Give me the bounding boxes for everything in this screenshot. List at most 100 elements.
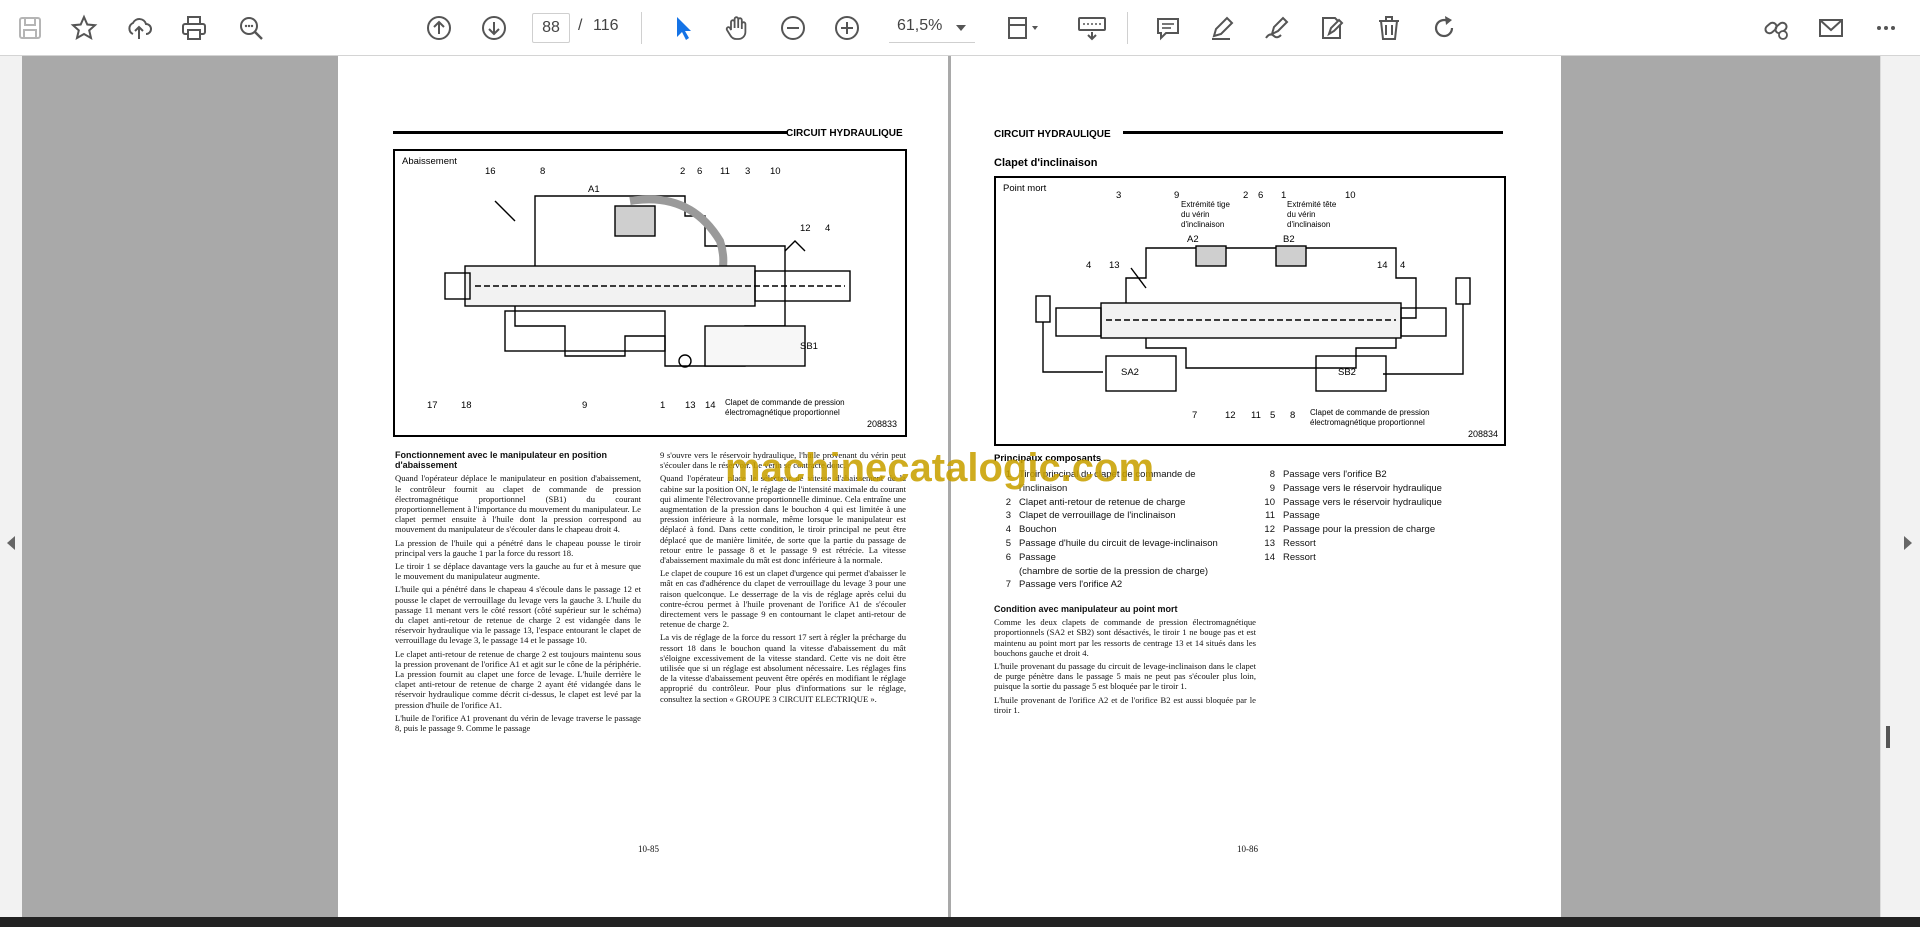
paragraph: L'huile qui a pénétré dans le chapeau 4 … [395, 584, 641, 646]
text-column-1: Fonctionnement avec le manipulateur en p… [395, 450, 641, 736]
page-fit-icon[interactable] [1000, 10, 1048, 46]
figure-number: 208834 [1468, 429, 1499, 439]
callout: 14 [1377, 260, 1388, 271]
callout: 11 [1251, 410, 1261, 421]
callout: 8 [540, 166, 546, 177]
callout: 9 [1174, 190, 1180, 201]
zoom-in-icon[interactable] [829, 10, 865, 46]
running-head-rule [393, 131, 788, 134]
bottom-bar [0, 917, 1920, 927]
page-down-icon[interactable] [476, 10, 512, 46]
paragraph: Le clapet anti-retour de retenue de char… [395, 648, 641, 710]
callout: 10 [770, 166, 781, 177]
paragraph: Quand l'opérateur déplace le manipulateu… [395, 473, 641, 535]
callout: 8 [1290, 410, 1296, 421]
callout: 12 [1225, 410, 1236, 421]
draw-icon[interactable] [1259, 10, 1295, 46]
callout: A1 [588, 184, 600, 195]
email-icon[interactable] [1813, 10, 1849, 46]
callout: 6 [1258, 190, 1264, 201]
callout: 7 [1192, 410, 1198, 421]
watermark: machinecatalogic.com [725, 446, 1155, 490]
comment-icon[interactable] [1150, 10, 1186, 46]
callout: 4 [1086, 260, 1092, 271]
list-item: 9 Passage vers le réservoir hydraulique [1269, 482, 1442, 494]
bookmark-star-icon[interactable] [66, 10, 102, 46]
components-list-right: 8 Passage vers l'orifice B2 9 Passage vers… [1258, 468, 1508, 565]
callout: 3 [745, 166, 751, 177]
list-item: 12 Passage pour la pression de charge [1264, 524, 1436, 536]
zoom-out-icon[interactable] [775, 10, 811, 46]
callout: 2 [1243, 190, 1249, 201]
upload-cloud-icon[interactable] [121, 10, 157, 46]
left-panel-toggle[interactable] [0, 56, 22, 917]
rotate-icon[interactable] [1426, 10, 1462, 46]
callout: 13 [685, 400, 696, 411]
callout: 13 [1109, 260, 1120, 271]
toolbar-divider [1127, 12, 1128, 44]
paragraph: L'huile de l'orifice A1 provenant du vér… [395, 712, 641, 734]
callout: 11 [720, 166, 730, 177]
callout: 2 [680, 166, 686, 177]
paragraph: Le tiroir 1 se déplace davantage vers la… [395, 561, 641, 582]
callout: SA2 [1121, 367, 1139, 378]
callout: 3 [1116, 190, 1122, 201]
valve-diagram [444, 195, 851, 368]
valve-diagram [1035, 245, 1471, 392]
zoom-select[interactable]: 61,5% [889, 13, 975, 43]
section-heading: Fonctionnement avec le manipulateur en p… [395, 450, 608, 471]
callout: 14 [705, 400, 716, 411]
callout: 10 [1345, 190, 1356, 201]
list-item: (chambre de sortie de la pression de cha… [1019, 565, 1209, 577]
figure-label: Extrémité tête du vérin d'inclinaison [1287, 200, 1337, 229]
save-icon[interactable] [12, 10, 48, 46]
hand-tool-icon[interactable] [719, 10, 755, 46]
list-item: 4 Bouchon [1005, 524, 1057, 536]
section-heading: Condition avec manipulateur au point mor… [994, 604, 1178, 614]
pen-icon[interactable] [1204, 10, 1240, 46]
list-item: 6 Passage [1005, 551, 1056, 563]
toolbar-divider [641, 12, 642, 44]
paragraph: L'huile provenant de l'orifice A2 et de … [994, 694, 1256, 715]
list-item: 7 Passage vers l'orifice A2 [1005, 579, 1123, 591]
figure-number: 208833 [867, 419, 898, 429]
page-number-input[interactable] [532, 13, 570, 43]
more-icon[interactable] [1868, 10, 1904, 46]
paragraph: Le clapet de coupure 16 est un clapet d'… [660, 568, 906, 630]
right-panel-toggle[interactable] [1880, 56, 1920, 917]
paragraph: La pression de l'huile qui a pénétré dan… [395, 537, 641, 558]
fill-sign-icon[interactable] [1314, 10, 1350, 46]
figure-label: Extrémité tige du vérin d'inclinaison [1181, 200, 1230, 229]
delete-icon[interactable] [1371, 10, 1407, 46]
list-item: 3 Clapet de verrouillage de l'inclinaison [1005, 510, 1176, 522]
list-item: 11 Passage [1265, 510, 1320, 522]
share-link-icon[interactable] [1758, 10, 1794, 46]
paragraph: La vis de réglage de la force du ressort… [660, 632, 906, 704]
callout: B2 [1283, 234, 1295, 245]
page-total: 116 [593, 17, 619, 34]
select-cursor-icon[interactable] [665, 10, 701, 46]
list-item: 14 Ressort [1264, 551, 1316, 563]
chevron-left-icon [7, 536, 15, 550]
list-item: 2 Clapet anti-retour de retenue de charge [1005, 496, 1186, 508]
paragraph: L'huile provenant du passage du circuit … [994, 661, 1256, 692]
running-head: CIRCUIT HYDRAULIQUE [994, 129, 1111, 140]
figure-tilt-valve: Point mort 3 9 2 6 1 10 A2 B2 4 13 14 4 … [994, 176, 1506, 446]
chevron-down-icon [956, 25, 966, 31]
callout: 4 [825, 223, 831, 234]
callout: SB2 [1338, 367, 1356, 378]
callout: A2 [1187, 234, 1199, 245]
callout: 17 [427, 400, 438, 411]
section-title: Clapet d'inclinaison [994, 157, 1098, 169]
find-zoom-icon[interactable] [233, 10, 269, 46]
print-icon[interactable] [176, 10, 212, 46]
scroll-thumb[interactable] [1886, 726, 1890, 748]
chevron-right-icon [1904, 536, 1912, 550]
callout: 1 [660, 400, 666, 411]
callout: 5 [1270, 410, 1276, 421]
page-up-icon[interactable] [421, 10, 457, 46]
keyboard-icon[interactable] [1070, 10, 1114, 46]
toolbar: / 116 61,5% [0, 0, 1920, 56]
page-footer: 10-86 [1237, 844, 1258, 854]
list-item: 10 Passage vers le réservoir hydraulique [1264, 496, 1442, 508]
